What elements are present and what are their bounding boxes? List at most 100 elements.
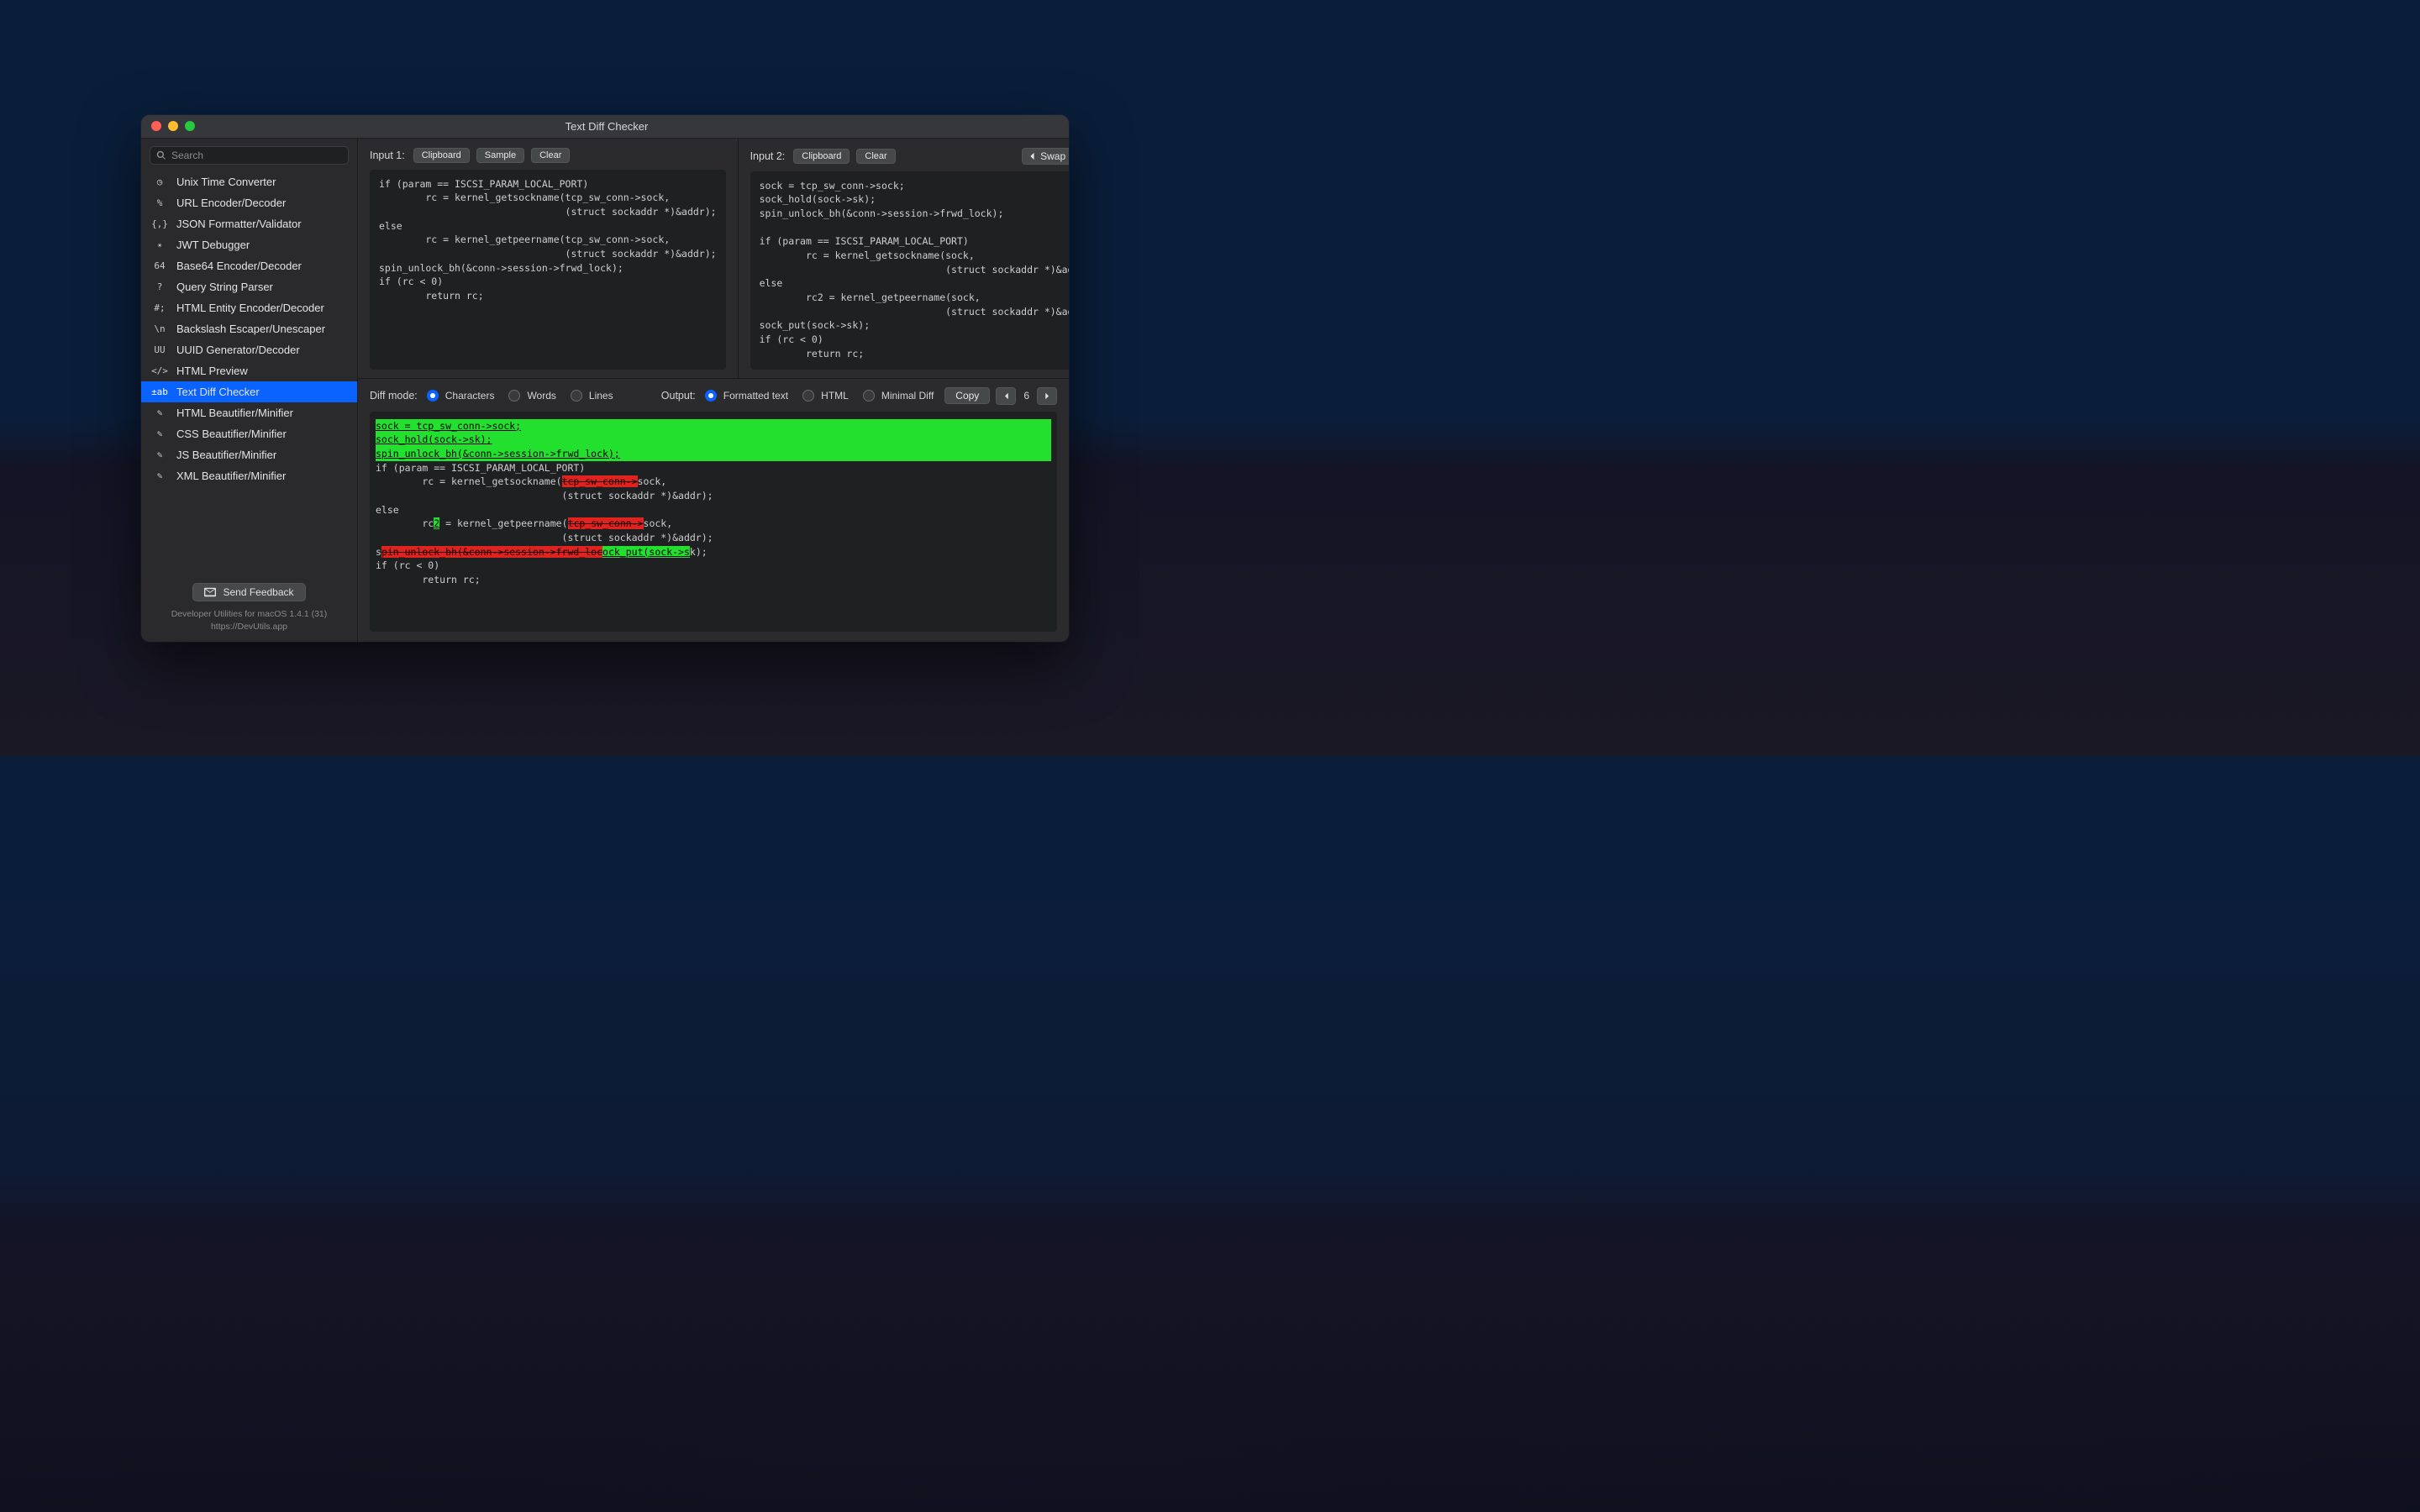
swap-inputs-button[interactable]: Swap Inputs <box>1022 148 1069 165</box>
sidebar-item-css-beautifier[interactable]: ✎CSS Beautifier/Minifier <box>141 423 357 444</box>
input1-sample-button[interactable]: Sample <box>476 148 524 163</box>
inputs-row: Input 1: Clipboard Sample Clear if (para… <box>358 139 1069 378</box>
traffic-lights <box>151 121 195 131</box>
diff-deletion: pin_unlock_bh(&conn->session->frwd_loc <box>381 546 602 558</box>
chevron-left-icon <box>1028 152 1035 160</box>
chevron-left-icon <box>1003 392 1009 400</box>
diff-output[interactable]: sock = tcp_sw_conn->sock;sock_hold(sock-… <box>370 412 1057 632</box>
input1-clear-button[interactable]: Clear <box>531 148 570 163</box>
jwt-debugger-icon: ✴ <box>152 238 167 251</box>
diff-mode-words-radio[interactable] <box>508 390 520 402</box>
output-formatted-radio[interactable] <box>705 390 717 402</box>
sidebar-item-label: HTML Entity Encoder/Decoder <box>176 302 324 314</box>
tool-list: ◷ Unix Time Converter% URL Encoder/Decoder… <box>141 170 357 574</box>
xml-beautifier-icon: ✎ <box>152 469 167 482</box>
sidebar-item-html-preview[interactable]: </> HTML Preview <box>141 360 357 381</box>
diff-prev-button[interactable] <box>996 387 1016 405</box>
diff-nav: 6 <box>996 387 1057 405</box>
sidebar-item-label: XML Beautifier/Minifier <box>176 470 286 482</box>
input2-clear-button[interactable]: Clear <box>856 149 895 164</box>
url-encoder-icon: % <box>152 196 167 209</box>
close-icon[interactable] <box>151 121 161 131</box>
sidebar-item-label: Query String Parser <box>176 281 273 293</box>
output-section: Diff mode: Characters Words Lines Output… <box>358 378 1069 642</box>
diff-insertion: spin_unlock_bh(&conn->session->frwd_lock… <box>376 447 1051 461</box>
diff-mode-characters-radio[interactable] <box>427 390 439 402</box>
sidebar-item-label: Base64 Encoder/Decoder <box>176 260 302 272</box>
feedback-label: Send Feedback <box>223 586 293 598</box>
sidebar-item-html-entity[interactable]: #; HTML Entity Encoder/Decoder <box>141 297 357 318</box>
sidebar-item-text-diff[interactable]: ±ab Text Diff Checker <box>141 381 357 402</box>
sidebar-item-label: Text Diff Checker <box>176 386 260 398</box>
diff-insertion: sock_hold(sock->sk); <box>376 433 1051 447</box>
sidebar-item-query-string[interactable]: ? Query String Parser <box>141 276 357 297</box>
sidebar-item-unix-time[interactable]: ◷ Unix Time Converter <box>141 171 357 192</box>
diff-mode-label: Diff mode: <box>370 390 418 402</box>
backslash-icon: \n <box>152 322 167 335</box>
uuid-icon: UU <box>152 343 167 356</box>
output-html-radio[interactable] <box>802 390 814 402</box>
sidebar-footer: Send Feedback Developer Utilities for ma… <box>141 573 357 641</box>
html-preview-icon: </> <box>152 364 167 377</box>
text-diff-icon: ±ab <box>152 385 167 398</box>
diff-controls: Diff mode: Characters Words Lines Output… <box>370 387 1057 405</box>
diff-insertion: 2 <box>434 517 439 529</box>
mail-icon <box>204 587 216 597</box>
diff-insertion: sock = tcp_sw_conn->sock; <box>376 419 1051 433</box>
query-string-icon: ? <box>152 280 167 293</box>
search-field[interactable] <box>171 150 342 161</box>
search-icon <box>156 150 166 160</box>
input1-textarea[interactable]: if (param == ISCSI_PARAM_LOCAL_PORT) rc … <box>370 170 726 370</box>
json-formatter-icon: {,} <box>152 217 167 230</box>
base64-icon: 64 <box>152 259 167 272</box>
diff-deletion: tcp_sw_conn-> <box>562 475 638 487</box>
input1-pane: Input 1: Clipboard Sample Clear if (para… <box>358 139 738 378</box>
maximize-icon[interactable] <box>185 121 195 131</box>
input2-pane: Input 2: Clipboard Clear Swap Inputs soc… <box>738 139 1069 378</box>
sidebar-item-label: UUID Generator/Decoder <box>176 344 300 356</box>
sidebar-item-label: HTML Beautifier/Minifier <box>176 407 293 419</box>
app-window: Text Diff Checker ◷ Unix Time Converter% U… <box>141 115 1069 642</box>
output-minimal-radio[interactable] <box>863 390 875 402</box>
sidebar-item-label: Unix Time Converter <box>176 176 276 188</box>
main-panel: Input 1: Clipboard Sample Clear if (para… <box>358 139 1069 642</box>
sidebar-item-label: JS Beautifier/Minifier <box>176 449 276 461</box>
js-beautifier-icon: ✎ <box>152 448 167 461</box>
diff-mode-lines-radio[interactable] <box>571 390 582 402</box>
input2-textarea[interactable]: sock = tcp_sw_conn->sock; sock_hold(sock… <box>750 171 1069 370</box>
unix-time-icon: ◷ <box>152 175 167 188</box>
sidebar-item-label: HTML Preview <box>176 365 248 377</box>
output-format-label: Output: <box>661 390 696 402</box>
minimize-icon[interactable] <box>168 121 178 131</box>
version-text: Developer Utilities for macOS 1.4.1 (31)… <box>171 608 328 633</box>
sidebar-item-html-beautifier[interactable]: ✎ HTML Beautifier/Minifier <box>141 402 357 423</box>
css-beautifier-icon: ✎ <box>152 427 167 440</box>
titlebar[interactable]: Text Diff Checker <box>141 115 1069 139</box>
html-entity-icon: #; <box>152 301 167 314</box>
sidebar-item-jwt-debugger[interactable]: ✴JWT Debugger <box>141 234 357 255</box>
input2-label: Input 2: <box>750 150 786 162</box>
input1-clipboard-button[interactable]: Clipboard <box>413 148 470 163</box>
sidebar-item-base64[interactable]: 64 Base64 Encoder/Decoder <box>141 255 357 276</box>
desktop-background <box>0 832 2420 1512</box>
diff-next-button[interactable] <box>1037 387 1057 405</box>
sidebar-item-label: JSON Formatter/Validator <box>176 218 302 230</box>
send-feedback-button[interactable]: Send Feedback <box>192 583 305 601</box>
chevron-right-icon <box>1044 392 1050 400</box>
diff-insertion: ock_put(sock->s <box>602 546 690 558</box>
input2-clipboard-button[interactable]: Clipboard <box>793 149 850 164</box>
copy-button[interactable]: Copy <box>944 387 990 404</box>
window-title: Text Diff Checker <box>195 120 1018 133</box>
html-beautifier-icon: ✎ <box>152 406 167 419</box>
input1-label: Input 1: <box>370 150 405 161</box>
sidebar-item-uuid[interactable]: UU UUID Generator/Decoder <box>141 339 357 360</box>
sidebar-item-label: URL Encoder/Decoder <box>176 197 286 209</box>
search-input[interactable] <box>150 146 349 165</box>
sidebar-item-label: Backslash Escaper/Unescaper <box>176 323 325 335</box>
diff-count: 6 <box>1021 390 1032 402</box>
sidebar-item-xml-beautifier[interactable]: ✎ XML Beautifier/Minifier <box>141 465 357 486</box>
sidebar-item-url-encoder[interactable]: % URL Encoder/Decoder <box>141 192 357 213</box>
sidebar-item-backslash[interactable]: \n Backslash Escaper/Unescaper <box>141 318 357 339</box>
sidebar-item-json-formatter[interactable]: {,} JSON Formatter/Validator <box>141 213 357 234</box>
sidebar-item-js-beautifier[interactable]: ✎ JS Beautifier/Minifier <box>141 444 357 465</box>
